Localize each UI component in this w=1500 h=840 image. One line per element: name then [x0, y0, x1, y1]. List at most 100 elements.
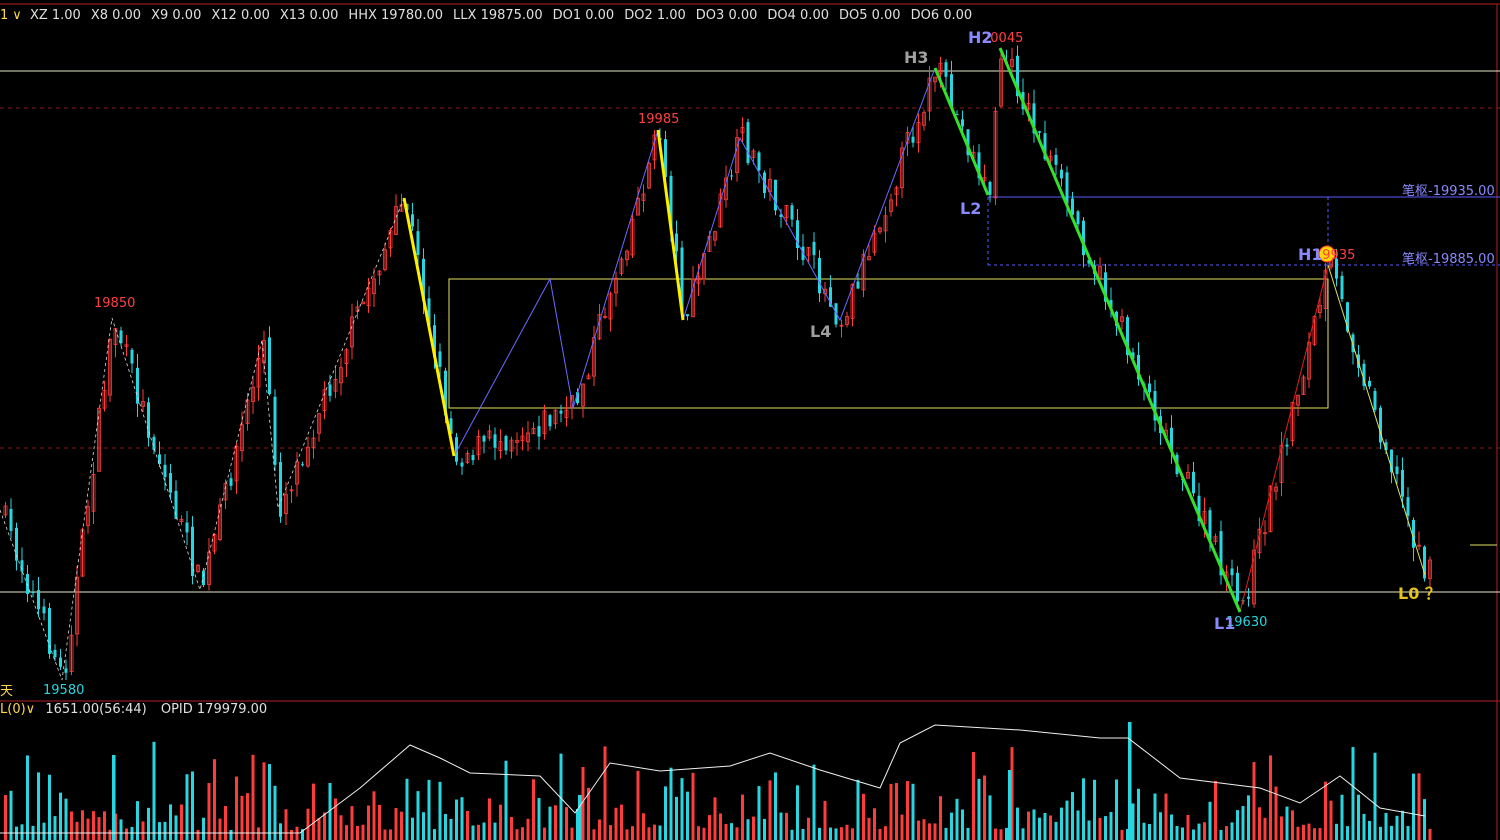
pivot-label-l2: L2 — [960, 199, 982, 218]
volume-bar — [873, 808, 876, 840]
volume-bar — [504, 760, 508, 840]
volume-bar — [999, 829, 1003, 840]
volume-bar — [790, 829, 794, 840]
volume-header: L(0)∨ 1651.00(56:44) OPID 179979.00 — [0, 702, 277, 717]
zigzag-line — [1239, 264, 1329, 613]
volume-bar — [345, 825, 348, 840]
price-label-19850: 19850 — [94, 296, 136, 311]
volume-bar — [856, 779, 860, 840]
volume-bar — [482, 822, 486, 840]
volume-bar — [1021, 828, 1025, 840]
volume-indicator-name[interactable]: L(0) — [0, 702, 26, 717]
volume-bar — [592, 829, 596, 840]
volume-bar — [499, 804, 502, 840]
candle-body — [229, 478, 233, 486]
volume-bar — [636, 770, 640, 840]
volume-bar — [741, 794, 744, 840]
volume-bar — [578, 795, 582, 840]
candle-body — [1065, 172, 1069, 204]
header-param: DO6 0.00 — [910, 8, 973, 23]
volume-bar — [1065, 800, 1069, 840]
volume-bar — [1115, 779, 1118, 840]
volume-bar — [130, 827, 134, 840]
volume-bar — [48, 774, 51, 840]
volume-bar — [1164, 793, 1168, 840]
pen-line-yellow — [402, 197, 456, 457]
volume-bar — [1093, 779, 1096, 840]
volume-bar — [1192, 829, 1195, 840]
volume-bar — [1214, 780, 1217, 840]
candle-body — [191, 526, 194, 576]
indicator-name[interactable]: 1 — [0, 8, 8, 23]
candle-body — [493, 434, 497, 448]
candle-body — [757, 152, 761, 171]
volume-bar — [532, 779, 535, 840]
volume-bar — [834, 828, 838, 840]
volume-bar — [169, 804, 172, 840]
volume-bar — [570, 827, 574, 840]
header-param: DO5 0.00 — [838, 8, 901, 23]
volume-bar — [218, 818, 222, 840]
volume-bar — [1038, 817, 1041, 840]
candle-body — [130, 349, 134, 364]
volume-bar — [664, 786, 667, 840]
volume-bar — [1324, 781, 1327, 840]
volume-bar — [1181, 827, 1184, 840]
candle-body — [1236, 572, 1239, 602]
candle-body — [856, 281, 860, 289]
chevron-down-icon[interactable]: ∨ — [26, 702, 36, 717]
volume-bar — [598, 819, 601, 840]
header-param: LLX 19875.00 — [453, 8, 543, 23]
candle-body — [482, 435, 486, 442]
candle-body — [31, 592, 35, 594]
volume-bar — [548, 806, 552, 840]
volume-bar — [1258, 807, 1261, 840]
volume-bar — [565, 807, 568, 840]
volume-bar — [911, 783, 915, 840]
volume-bar — [158, 822, 161, 840]
volume-value: 1651.00(56:44) — [45, 702, 147, 717]
pen-line-green — [998, 47, 1242, 613]
volume-bar — [1120, 829, 1124, 840]
volume-bar — [950, 812, 953, 840]
volume-bar — [796, 785, 799, 840]
candle-body — [460, 462, 464, 467]
volume-bar — [163, 821, 167, 840]
candle-body — [774, 179, 777, 211]
volume-bar — [1346, 826, 1349, 840]
volume-bar — [1417, 773, 1421, 840]
volume-bar — [1060, 807, 1063, 840]
volume-bar — [988, 795, 992, 840]
candle-body — [944, 62, 948, 77]
volume-bar — [1368, 820, 1371, 840]
candle-body — [988, 182, 992, 195]
volume-bar — [1313, 828, 1316, 840]
volume-bar — [955, 798, 959, 840]
volume-bar — [1373, 752, 1377, 840]
volume-bar — [977, 778, 981, 840]
volume-bar — [449, 818, 453, 840]
volume-bar — [675, 796, 678, 840]
volume-bar — [1225, 826, 1228, 840]
volume-bar — [922, 819, 926, 840]
volume-bar — [405, 778, 409, 840]
volume-bar — [1236, 810, 1239, 840]
volume-bar — [53, 816, 57, 840]
chevron-down-icon[interactable]: ∨ — [12, 8, 22, 23]
volume-bar — [1219, 829, 1223, 840]
candle-body — [268, 337, 271, 395]
candle-body — [961, 119, 964, 127]
volume-bar — [966, 827, 970, 840]
candle-body — [818, 257, 821, 294]
volume-bar — [339, 815, 343, 840]
candle-body — [9, 508, 13, 531]
volume-bar — [812, 764, 816, 840]
volume-bar — [361, 824, 365, 840]
volume-bar — [928, 823, 931, 840]
volume-bar — [900, 814, 904, 840]
volume-bar — [631, 826, 634, 840]
header-param: X12 0.00 — [211, 8, 270, 23]
volume-bar — [702, 827, 706, 840]
candle-body — [1401, 469, 1404, 497]
pen-hub-label-lower: 笔枢-19885.00 — [1402, 252, 1495, 267]
